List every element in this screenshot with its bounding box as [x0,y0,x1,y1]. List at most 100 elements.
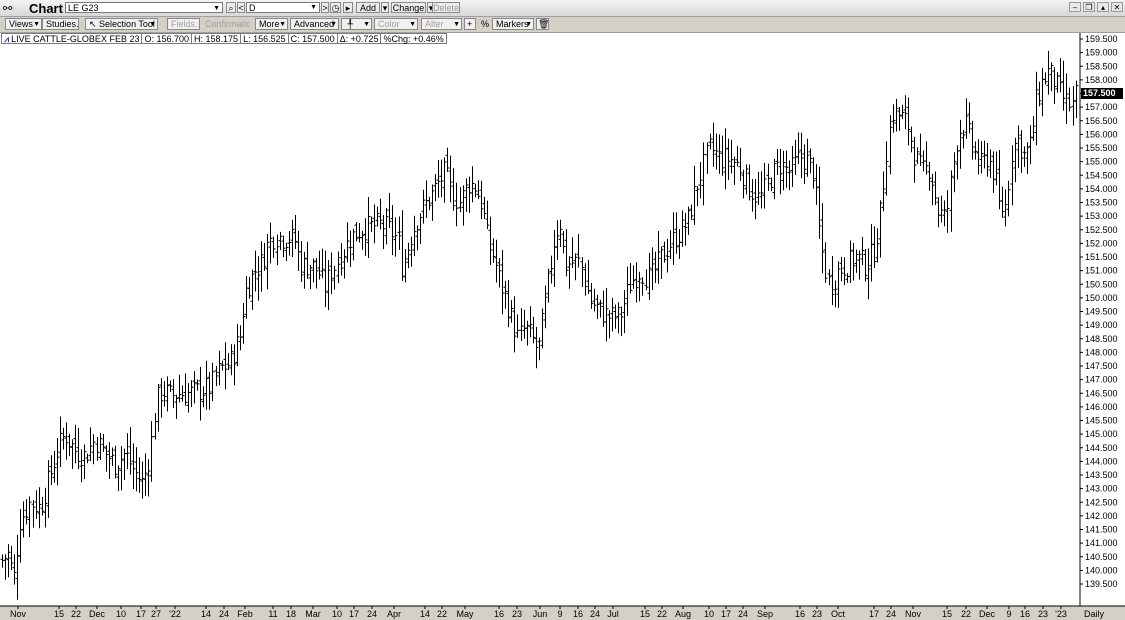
price-tick-label: 151.000 [1085,266,1118,276]
price-tick-label: 152.000 [1085,238,1118,248]
price-tick-label: 149.000 [1085,320,1118,330]
views-button[interactable]: Views ▼ [5,18,42,30]
price-tick-label: 150.500 [1085,279,1118,289]
plot-background [0,33,1080,606]
crosshair-icon[interactable]: + [464,18,476,30]
percent-button[interactable]: % [478,18,490,30]
time-tick-label: 24 [886,609,896,619]
studies-button[interactable]: Studies... [42,18,79,30]
price-tick-label: 154.500 [1085,170,1118,180]
price-tick-label: 143.500 [1085,470,1118,480]
price-tick-label: 145.000 [1085,429,1118,439]
open-value: O: 156.700 [142,33,193,44]
price-tick-label: 146.000 [1085,402,1118,412]
price-tick-label: 150.000 [1085,293,1118,303]
price-tick-label: 139.500 [1085,579,1118,589]
close-icon[interactable]: ✕ [1111,2,1123,12]
time-tick-label: '23 [1055,609,1067,619]
markers-button[interactable]: Markers ▼ [492,18,534,30]
time-tick-label: 22 [961,609,971,619]
chevron-left-icon[interactable]: < [237,2,245,13]
chevron-down-icon: ▼ [330,21,337,28]
time-tick-label: Feb [237,609,253,619]
price-tick-label: 152.500 [1085,225,1118,235]
ohlc-bar-icon: ╀ [345,19,353,29]
time-tick-label: Apr [387,609,401,619]
price-tick-label: 157.000 [1085,102,1118,112]
maximize-icon[interactable]: ▴ [1097,2,1109,12]
time-tick-label: 17 [721,609,731,619]
add-button[interactable]: Add [356,2,380,13]
restore-icon[interactable]: ❐ [1083,2,1095,12]
price-tick-label: 158.500 [1085,61,1118,71]
symbol-input[interactable]: LE G23 ▼ [65,2,223,13]
color-button[interactable]: Color ▼ [374,18,418,30]
time-tick-label: Jun [533,609,548,619]
time-tick-label: 15 [942,609,952,619]
time-axis: Nov 15 22 Dec 10 17 27 '22 14 24 Feb 11 18 Mar 10 17 24 A… [10,606,1104,619]
time-tick-label: 14 [420,609,430,619]
time-tick-label: Aug [675,609,691,619]
price-tick-label: 154.000 [1085,184,1118,194]
time-tick-label: 18 [286,609,296,619]
price-tick-label: 143.000 [1085,484,1118,494]
price-tick-label: 148.000 [1085,347,1118,357]
pct-change-value: %Chg: +0.46% [381,33,447,44]
more-button[interactable]: More ▼ [255,18,288,30]
time-tick-label: 9 [557,609,562,619]
chart-area[interactable]: 159.500 159.000 158.500 158.000 157.500 157.0… [0,33,1125,620]
delete-button[interactable]: Delete [432,2,460,13]
price-tick-label: 146.500 [1085,388,1118,398]
time-tick-label: 15 [640,609,650,619]
time-tick-label: 17 [869,609,879,619]
add-dropdown-icon[interactable]: ▾ [381,2,389,13]
fields-button[interactable]: Fields... [167,18,200,30]
chart-app-icon: ⚯ [3,3,13,15]
time-tick-label: 16 [573,609,583,619]
price-tick-label: 153.500 [1085,198,1118,208]
quote-info-bar: ⩘ LIVE CATTLE-GLOBEX FEB 23 O: 156.700 H:… [1,33,447,44]
price-tick-label: 148.500 [1085,334,1118,344]
time-tick-label: 23 [512,609,522,619]
price-tick-label: 147.500 [1085,361,1118,371]
time-tick-label: Nov [905,609,922,619]
minimize-icon[interactable]: – [1069,2,1081,12]
chevron-right-icon[interactable]: > [321,2,329,13]
price-tick-label: 144.000 [1085,456,1118,466]
trash-icon[interactable]: 🗑 [536,18,549,30]
high-value: H: 158.175 [192,33,242,44]
time-tick-label: Dec [89,609,106,619]
chevron-down-icon[interactable]: ▼ [213,3,220,14]
alter-button[interactable]: Alter ▼ [421,18,462,30]
bar-type-button[interactable]: ╀ ▼ [341,18,372,30]
play-icon[interactable]: ▸ [343,2,353,13]
selection-tool-button[interactable]: ↖ Selection Tool ▼ [85,18,158,30]
time-tick-label: 16 [1020,609,1030,619]
price-tick-label: 141.500 [1085,525,1118,535]
time-tick-label: 10 [116,609,126,619]
time-tick-label: 9 [1006,609,1011,619]
price-tick-label: 142.500 [1085,497,1118,507]
period-input[interactable]: D ▼ [246,2,320,13]
time-tick-label: 10 [704,609,714,619]
time-tick-label: 16 [795,609,805,619]
time-tick-label: 15 [54,609,64,619]
chevron-down-icon: ▼ [363,21,370,28]
confirmation-button[interactable]: Confirmation [201,18,251,30]
advanced-button[interactable]: Advanced ▼ [290,18,339,30]
instrument-name[interactable]: ⩘ LIVE CATTLE-GLOBEX FEB 23 [1,33,143,44]
price-tick-label: 140.500 [1085,552,1118,562]
price-tick-label: 147.000 [1085,375,1118,385]
time-tick-label: 24 [219,609,229,619]
time-tick-label: 24 [738,609,748,619]
change-button[interactable]: Change [391,2,426,13]
chevron-down-icon[interactable]: ▼ [310,3,317,13]
price-tick-label: 155.000 [1085,157,1118,167]
time-tick-label: 16 [494,609,504,619]
price-axis: 159.500159.000158.500158.000157.500157.0… [1080,34,1118,589]
chevron-down-icon: ▼ [279,21,286,28]
search-icon[interactable]: ⌕ [226,2,236,13]
price-chart[interactable]: 159.500 159.000 158.500 158.000 157.500 157.0… [0,33,1125,620]
clock-icon[interactable]: ◷ [330,2,341,13]
price-tick-label: 144.500 [1085,443,1118,453]
